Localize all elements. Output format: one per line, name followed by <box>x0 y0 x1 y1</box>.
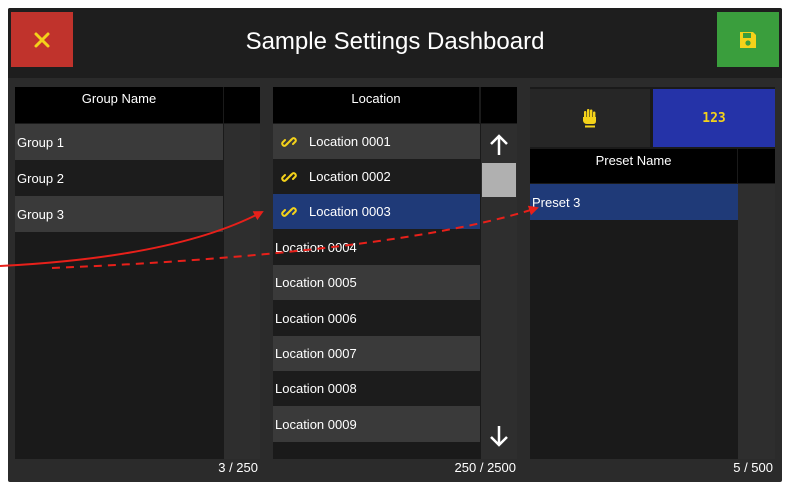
title-bar: Sample Settings Dashboard <box>8 8 782 78</box>
location-item-label: Location 0007 <box>275 346 357 361</box>
preset-item-label: Preset 3 <box>532 194 581 210</box>
location-scroll-thumb[interactable] <box>482 163 516 197</box>
location-header-spacer <box>481 87 517 123</box>
location-list-item[interactable]: Location 0002 <box>273 159 480 194</box>
numeric-mode-label: 123 <box>702 110 726 126</box>
preset-count: 5 / 500 <box>733 460 773 475</box>
group-name-column-header: Group Name <box>15 87 223 123</box>
save-button[interactable] <box>717 12 779 67</box>
group-list-item[interactable]: Group 3 <box>15 196 223 232</box>
location-item-label: Location 0008 <box>275 381 357 396</box>
location-list-item[interactable]: Location 0005 <box>273 265 480 300</box>
location-item-label: Location 0002 <box>309 169 391 184</box>
floppy-disk-icon <box>740 31 756 48</box>
scroll-up-button[interactable] <box>481 128 517 162</box>
location-list-item[interactable]: Location 0008 <box>273 371 480 406</box>
group-scroll-track[interactable] <box>224 124 260 459</box>
location-item-label: Location 0009 <box>275 416 357 432</box>
group-item-label: Group 2 <box>17 170 64 186</box>
group-list-item[interactable]: Group 2 <box>15 160 223 196</box>
location-item-label: Location 0005 <box>275 275 357 290</box>
close-x-icon <box>34 32 50 47</box>
location-count: 250 / 2500 <box>454 460 516 475</box>
location-item-label: Location 0006 <box>275 310 357 326</box>
location-list-item[interactable]: Location 0004 <box>273 229 480 265</box>
dashboard-window: Sample Settings Dashboard Group Name Gro… <box>8 8 782 482</box>
location-list-item[interactable]: Location 0007 <box>273 336 480 371</box>
location-item-label: Location 0003 <box>309 204 391 219</box>
group-count: 3 / 250 <box>218 460 258 475</box>
group-header-spacer <box>224 87 260 123</box>
preset-name-column-header: Preset Name <box>530 149 737 183</box>
location-item-label: Location 0004 <box>275 239 357 255</box>
arrow-up-icon <box>490 134 508 155</box>
location-column-header: Location <box>273 87 479 123</box>
link-icon <box>275 204 303 220</box>
scroll-down-button[interactable] <box>481 418 517 454</box>
preset-header-spacer <box>738 149 775 183</box>
preset-scroll-track[interactable] <box>738 184 775 459</box>
arrow-down-icon <box>490 426 508 447</box>
group-list-item[interactable]: Group 1 <box>15 124 223 160</box>
page-title: Sample Settings Dashboard <box>245 28 545 55</box>
hand-icon <box>583 109 596 128</box>
link-icon <box>275 134 303 150</box>
preset-list-item-selected[interactable]: Preset 3 <box>530 184 738 220</box>
location-item-label: Location 0001 <box>309 134 391 149</box>
manual-mode-button[interactable] <box>530 89 650 147</box>
group-item-label: Group 1 <box>17 134 64 150</box>
location-list-item[interactable]: Location 0009 <box>273 406 480 442</box>
location-list-item-selected[interactable]: Location 0003 <box>273 194 480 229</box>
group-item-label: Group 3 <box>17 206 64 222</box>
link-icon <box>275 169 303 185</box>
location-list-item[interactable]: Location 0006 <box>273 300 480 336</box>
close-button[interactable] <box>11 12 73 67</box>
location-list-item[interactable]: Location 0001 <box>273 124 480 159</box>
numeric-mode-button[interactable]: 123 <box>653 89 775 147</box>
